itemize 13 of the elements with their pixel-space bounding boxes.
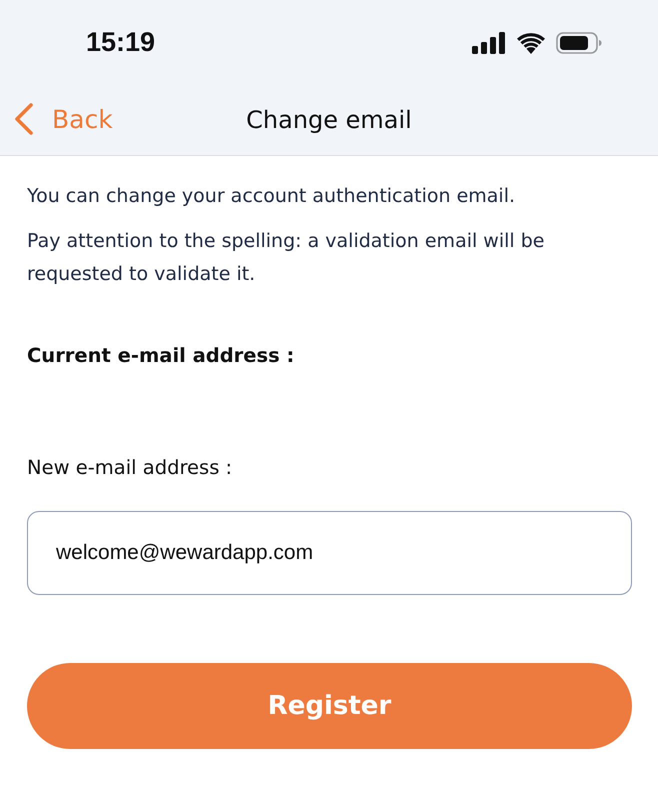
signal-icon (472, 32, 506, 54)
page-title: Change email (246, 106, 412, 134)
field-label: Current e-mail address : (27, 343, 296, 369)
chevron-left-icon (14, 103, 34, 135)
wifi-icon (516, 32, 546, 54)
battery-icon (556, 32, 602, 54)
status-time: 15:19 (86, 27, 156, 58)
field-label: New e-mail address : (27, 455, 234, 481)
description-text: Pay attention to the spelling: a validation email will be requested to validate it. (27, 229, 546, 287)
email-input[interactable]: welcome@wewardapp.com (27, 511, 632, 595)
description-text: You can change your account authentication email. (27, 184, 516, 209)
back-button[interactable]: Back (14, 103, 113, 135)
register-button[interactable]: Register (27, 663, 632, 749)
